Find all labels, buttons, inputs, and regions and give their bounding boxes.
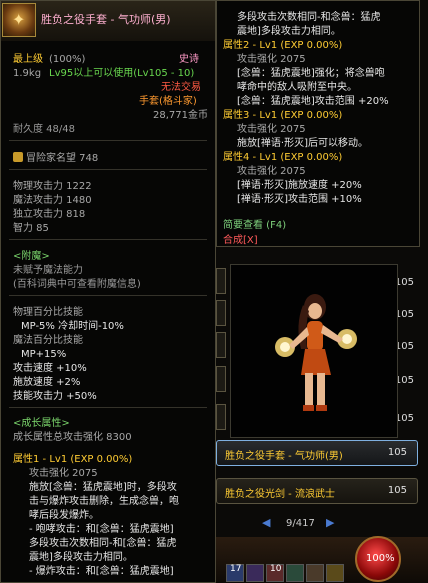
attr-line: 震地]多段攻击力相同。 xyxy=(29,552,133,563)
next-page-arrow-icon[interactable]: ▶ xyxy=(326,516,334,529)
detail-line: 攻击强化 2075 xyxy=(237,124,306,135)
stat-line: 智力 85 xyxy=(13,223,49,234)
character-figure xyxy=(275,294,357,411)
hp-orb: 100% xyxy=(355,536,401,582)
attr-line: 施放[念兽：猛虎震地]时，多段攻 xyxy=(29,482,177,493)
divider xyxy=(9,407,207,408)
divider xyxy=(9,295,207,296)
prev-page-arrow-icon[interactable]: ◀ xyxy=(262,516,270,529)
list-slot[interactable] xyxy=(216,300,226,326)
growth-header: <成长属性> xyxy=(13,418,70,429)
list-item-selected[interactable]: 胜负之役手套 - 气功师(男) 105 xyxy=(216,440,418,466)
list-slot[interactable] xyxy=(216,366,226,392)
skill-stat-line: 魔法百分比技能 xyxy=(13,335,83,346)
detail-line: 多段攻击次数相同-和念兽：猛虎 xyxy=(237,12,381,23)
attr1-title: 属性1 - Lv1 (EXP 0.00%) xyxy=(13,454,133,465)
attr-line: - 爆炸攻击：和[念兽：猛虎震地] xyxy=(29,566,174,577)
reputation-icon xyxy=(13,152,23,162)
detail-line: [禅语·形灭]施放速度 +20% xyxy=(237,180,362,191)
enchant-header: <附魔> xyxy=(13,251,50,262)
list-item-name: 胜负之役手套 - 气功师(男) xyxy=(225,451,343,462)
detail-line: 施放[禅语·形灭]后可以移动。 xyxy=(237,138,368,149)
item-name: 胜负之役手套 - 气功师(男) xyxy=(41,13,171,26)
attr-line: 多段攻击次数相同-和[念兽：猛虎 xyxy=(29,538,177,549)
detail-line: 哮命中的敌人吸附至中央。 xyxy=(237,82,357,93)
item-rarity: 史诗 xyxy=(179,54,199,65)
skill-stat-line: MP-5% 冷却时间-10% xyxy=(21,321,124,332)
enchant-line: 未赋予魔法能力 xyxy=(13,265,83,276)
detail-line: 攻击强化 2075 xyxy=(237,54,306,65)
stat-line: 独立攻击力 818 xyxy=(13,209,86,220)
item-level-req: Lv95以上可以使用(Lv105 - 10) xyxy=(49,68,195,79)
item-weight: 1.9kg xyxy=(13,68,42,79)
item-slot: 手套(格斗家) xyxy=(139,96,197,107)
item-grade-pct: (100%) xyxy=(49,54,86,65)
divider xyxy=(9,169,207,170)
list-item-level: 105 xyxy=(387,485,407,496)
skill-slot-icon[interactable] xyxy=(326,564,344,582)
simple-view-button[interactable]: 简要查看 (F4) xyxy=(223,219,286,232)
stat-line: 魔法攻击力 1480 xyxy=(13,195,92,206)
item-trade: 无法交易 xyxy=(161,82,201,93)
stat-line: 物理攻击力 1222 xyxy=(13,181,92,192)
detail-line: 震地]多段攻击力相同。 xyxy=(237,26,341,37)
list-item-name: 胜负之役光剑 - 流浪武士 xyxy=(225,489,335,500)
item-grade: 最上级 xyxy=(13,54,43,65)
detail-line: 攻击强化 2075 xyxy=(237,166,306,177)
gauntlet-icon: ✦ xyxy=(2,3,36,37)
attr-line: 攻击强化 2075 xyxy=(29,468,98,479)
skill-stat-line: 技能攻击力 +50% xyxy=(13,391,97,402)
skill-count: 10 xyxy=(270,564,282,574)
list-item[interactable]: 胜负之役光剑 - 流浪武士 105 xyxy=(216,478,418,504)
skill-stat-line: MP+15% xyxy=(21,349,67,360)
growth-total: 成长属性总攻击强化 8300 xyxy=(13,432,132,443)
skill-slot-icon[interactable] xyxy=(286,564,304,582)
list-slot[interactable] xyxy=(216,332,226,358)
divider xyxy=(9,140,207,141)
list-slot[interactable] xyxy=(216,268,226,294)
attr-line: - 咆哮攻击：和[念兽：猛虎震地] xyxy=(29,524,174,535)
item-tooltip-detail: 多段攻击次数相同-和念兽：猛虎 震地]多段攻击力相同。 属性2 - Lv1 (E… xyxy=(216,0,420,247)
skill-stat-line: 攻击速度 +10% xyxy=(13,363,87,374)
item-price: 28,771金币 xyxy=(153,110,208,121)
detail-attr-title: 属性2 - Lv1 (EXP 0.00%) xyxy=(223,40,343,51)
synthesize-button[interactable]: 合成[X] xyxy=(223,234,258,247)
skill-slot-icon[interactable] xyxy=(246,564,264,582)
detail-line: [念兽：猛虎震地]强化；将念兽咆 xyxy=(237,68,385,79)
attr-line: 哮后段发爆炸。 xyxy=(29,510,99,521)
character-preview xyxy=(230,264,398,438)
skill-count: 17 xyxy=(230,564,242,574)
detail-line: [念兽：猛虎震地]攻击范围 +20% xyxy=(237,96,389,107)
item-reputation: 冒险家名望 748 xyxy=(13,152,98,165)
hp-value: 100% xyxy=(366,553,395,564)
list-item-level: 105 xyxy=(387,447,407,458)
skill-stat-line: 物理百分比技能 xyxy=(13,307,83,318)
page-indicator: 9/417 xyxy=(286,518,315,529)
detail-attr-title: 属性3 - Lv1 (EXP 0.00%) xyxy=(223,110,343,121)
divider xyxy=(9,239,207,240)
list-slot[interactable] xyxy=(216,404,226,430)
attr-line: 击与爆炸攻击删除，生成念兽，咆 xyxy=(29,496,179,507)
detail-attr-title: 属性4 - Lv1 (EXP 0.00%) xyxy=(223,152,343,163)
enchant-line: (百科词典中可查看附魔信息) xyxy=(13,279,141,290)
skill-stat-line: 施放速度 +2% xyxy=(13,377,81,388)
detail-line: [禅语·形灭]攻击范围 +10% xyxy=(237,194,362,205)
skill-slot-icon[interactable] xyxy=(306,564,324,582)
item-tooltip: ✦ 胜负之役手套 - 气功师(男) 最上级 (100%) 史诗 1.9kg Lv… xyxy=(0,0,216,583)
item-durability: 耐久度 48/48 xyxy=(13,124,75,135)
